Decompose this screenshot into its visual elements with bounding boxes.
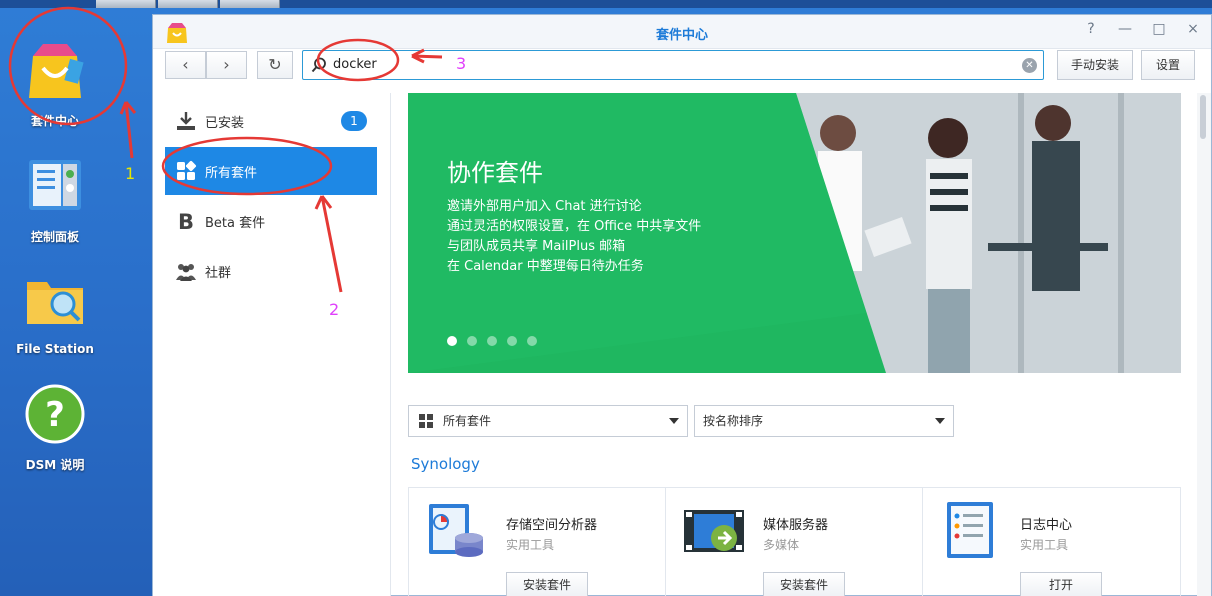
clear-search-icon[interactable]: ✕ bbox=[1022, 58, 1037, 73]
desktop-icon-label: DSM 说明 bbox=[25, 458, 85, 472]
search-box[interactable]: ✕ bbox=[302, 50, 1044, 80]
beta-icon: B bbox=[178, 210, 194, 232]
annotation-number: 1 bbox=[125, 164, 136, 183]
taskbar bbox=[0, 0, 1212, 8]
chevron-down-icon bbox=[669, 418, 679, 424]
banner-line: 通过灵活的权限设置，在 Office 中共享文件 bbox=[447, 219, 702, 234]
package-card[interactable]: 媒体服务器 多媒体 安装套件 bbox=[666, 488, 923, 596]
desktop-icon-package-center[interactable]: 套件中心 bbox=[0, 38, 110, 129]
carousel-dot[interactable] bbox=[527, 336, 537, 346]
annotation-number: 2 bbox=[329, 300, 340, 319]
main-scrollbar[interactable] bbox=[1197, 93, 1211, 596]
sort-dropdown-value: 按名称排序 bbox=[703, 414, 764, 428]
grid-icon bbox=[419, 414, 433, 428]
package-category: 实用工具 bbox=[506, 538, 555, 552]
maximize-button[interactable]: □ bbox=[1151, 21, 1167, 37]
sidebar-item-label: 所有套件 bbox=[205, 165, 258, 181]
taskbar-button-active[interactable] bbox=[220, 0, 280, 8]
manual-install-button[interactable]: 手动安装 bbox=[1057, 50, 1133, 80]
promo-banner[interactable]: 协作套件 邀请外部用户加入 Chat 进行讨论 通过灵活的权限设置，在 Offi… bbox=[408, 93, 1181, 373]
media-server-icon bbox=[684, 510, 744, 552]
package-card[interactable]: 日志中心 实用工具 打开 bbox=[923, 488, 1180, 596]
sidebar-item-community[interactable]: 社群 bbox=[165, 247, 377, 295]
close-button[interactable]: × bbox=[1185, 21, 1201, 37]
category-dropdown[interactable]: 所有套件 bbox=[408, 405, 688, 437]
refresh-button[interactable]: ↻ bbox=[257, 51, 293, 79]
back-button[interactable]: ‹ bbox=[165, 51, 206, 79]
package-name: 媒体服务器 bbox=[763, 518, 829, 533]
desktop-icon-label: 套件中心 bbox=[30, 114, 79, 128]
package-category: 实用工具 bbox=[1020, 538, 1069, 552]
forward-button[interactable]: › bbox=[206, 51, 247, 79]
taskbar-button[interactable] bbox=[96, 0, 156, 8]
desktop-icon-label: File Station bbox=[16, 342, 94, 356]
log-center-icon bbox=[947, 502, 993, 558]
settings-button[interactable]: 设置 bbox=[1141, 50, 1195, 80]
package-center-window: 套件中心 ? — □ × ‹ › ↻ ✕ 手动安装 设置 bbox=[152, 14, 1212, 596]
help-button[interactable]: ? bbox=[1083, 21, 1099, 37]
chevron-down-icon bbox=[935, 418, 945, 424]
package-category: 多媒体 bbox=[763, 538, 800, 552]
package-list: 存储空间分析器 实用工具 安装套件 媒体服务器 多媒体 安装套件 日志中心 实用… bbox=[408, 487, 1181, 596]
annotation-number: 3 bbox=[456, 54, 467, 73]
storage-analyzer-icon bbox=[429, 504, 483, 557]
sidebar-item-label: 社群 bbox=[205, 265, 232, 281]
chevron-right-icon: › bbox=[223, 55, 230, 74]
banner-line: 邀请外部用户加入 Chat 进行讨论 bbox=[447, 199, 642, 214]
main-content: 协作套件 邀请外部用户加入 Chat 进行讨论 通过灵活的权限设置，在 Offi… bbox=[392, 93, 1197, 596]
banner-line: 与团队成员共享 MailPlus 邮箱 bbox=[447, 239, 626, 254]
carousel-dot[interactable] bbox=[447, 336, 457, 346]
banner-title: 协作套件 bbox=[447, 159, 543, 187]
taskbar-button[interactable] bbox=[158, 0, 218, 8]
desktop-icon-file-station[interactable]: File Station bbox=[0, 268, 110, 356]
installed-count-badge: 1 bbox=[341, 111, 367, 131]
help-icon: ? bbox=[25, 384, 85, 444]
grid-icon bbox=[177, 160, 197, 180]
category-dropdown-value: 所有套件 bbox=[443, 414, 492, 428]
package-center-icon bbox=[29, 44, 84, 98]
refresh-icon: ↻ bbox=[268, 55, 282, 74]
control-panel-icon bbox=[29, 160, 81, 210]
scrollbar-thumb[interactable] bbox=[1200, 95, 1206, 139]
open-package-button[interactable]: 打开 bbox=[1020, 572, 1102, 596]
svg-text:B: B bbox=[178, 210, 194, 232]
carousel-dot[interactable] bbox=[467, 336, 477, 346]
toolbar: ‹ › ↻ ✕ 手动安装 设置 bbox=[153, 49, 1211, 93]
download-icon bbox=[177, 112, 195, 130]
desktop-icon-label: 控制面板 bbox=[30, 230, 79, 244]
window-titlebar[interactable]: 套件中心 ? — □ × bbox=[153, 15, 1211, 49]
desktop-icon-dsm-help[interactable]: ? DSM 说明 bbox=[0, 382, 110, 473]
section-title: Synology bbox=[411, 455, 480, 473]
minimize-button[interactable]: — bbox=[1117, 21, 1133, 37]
banner-line: 在 Calendar 中整理每日待办任务 bbox=[447, 259, 644, 274]
sort-dropdown[interactable]: 按名称排序 bbox=[694, 405, 954, 437]
carousel-dot[interactable] bbox=[507, 336, 517, 346]
package-card[interactable]: 存储空间分析器 实用工具 安装套件 bbox=[409, 488, 666, 596]
file-station-icon bbox=[27, 282, 83, 324]
search-input[interactable] bbox=[333, 57, 933, 72]
sidebar-item-label: 已安装 bbox=[205, 115, 245, 131]
package-name: 存储空间分析器 bbox=[506, 518, 598, 533]
carousel-dots bbox=[447, 336, 537, 346]
desktop-icon-control-panel[interactable]: 控制面板 bbox=[0, 154, 110, 245]
sidebar-item-all-packages[interactable]: 所有套件 bbox=[165, 147, 377, 195]
annotation-arrow bbox=[119, 101, 137, 159]
chevron-left-icon: ‹ bbox=[182, 55, 189, 74]
carousel-dot[interactable] bbox=[487, 336, 497, 346]
sidebar-item-installed[interactable]: 已安装 1 bbox=[165, 97, 377, 145]
svg-text:?: ? bbox=[45, 395, 65, 435]
package-name: 日志中心 bbox=[1020, 518, 1073, 533]
sidebar-item-beta[interactable]: B Beta 套件 bbox=[165, 197, 377, 245]
search-icon bbox=[311, 57, 326, 73]
window-title: 套件中心 bbox=[655, 28, 708, 43]
community-icon bbox=[176, 264, 196, 281]
install-package-button[interactable]: 安装套件 bbox=[763, 572, 845, 596]
install-package-button[interactable]: 安装套件 bbox=[506, 572, 588, 596]
sidebar: 已安装 1 所有套件 B Beta 套件 社群 bbox=[153, 93, 391, 596]
sidebar-item-label: Beta 套件 bbox=[205, 215, 266, 231]
